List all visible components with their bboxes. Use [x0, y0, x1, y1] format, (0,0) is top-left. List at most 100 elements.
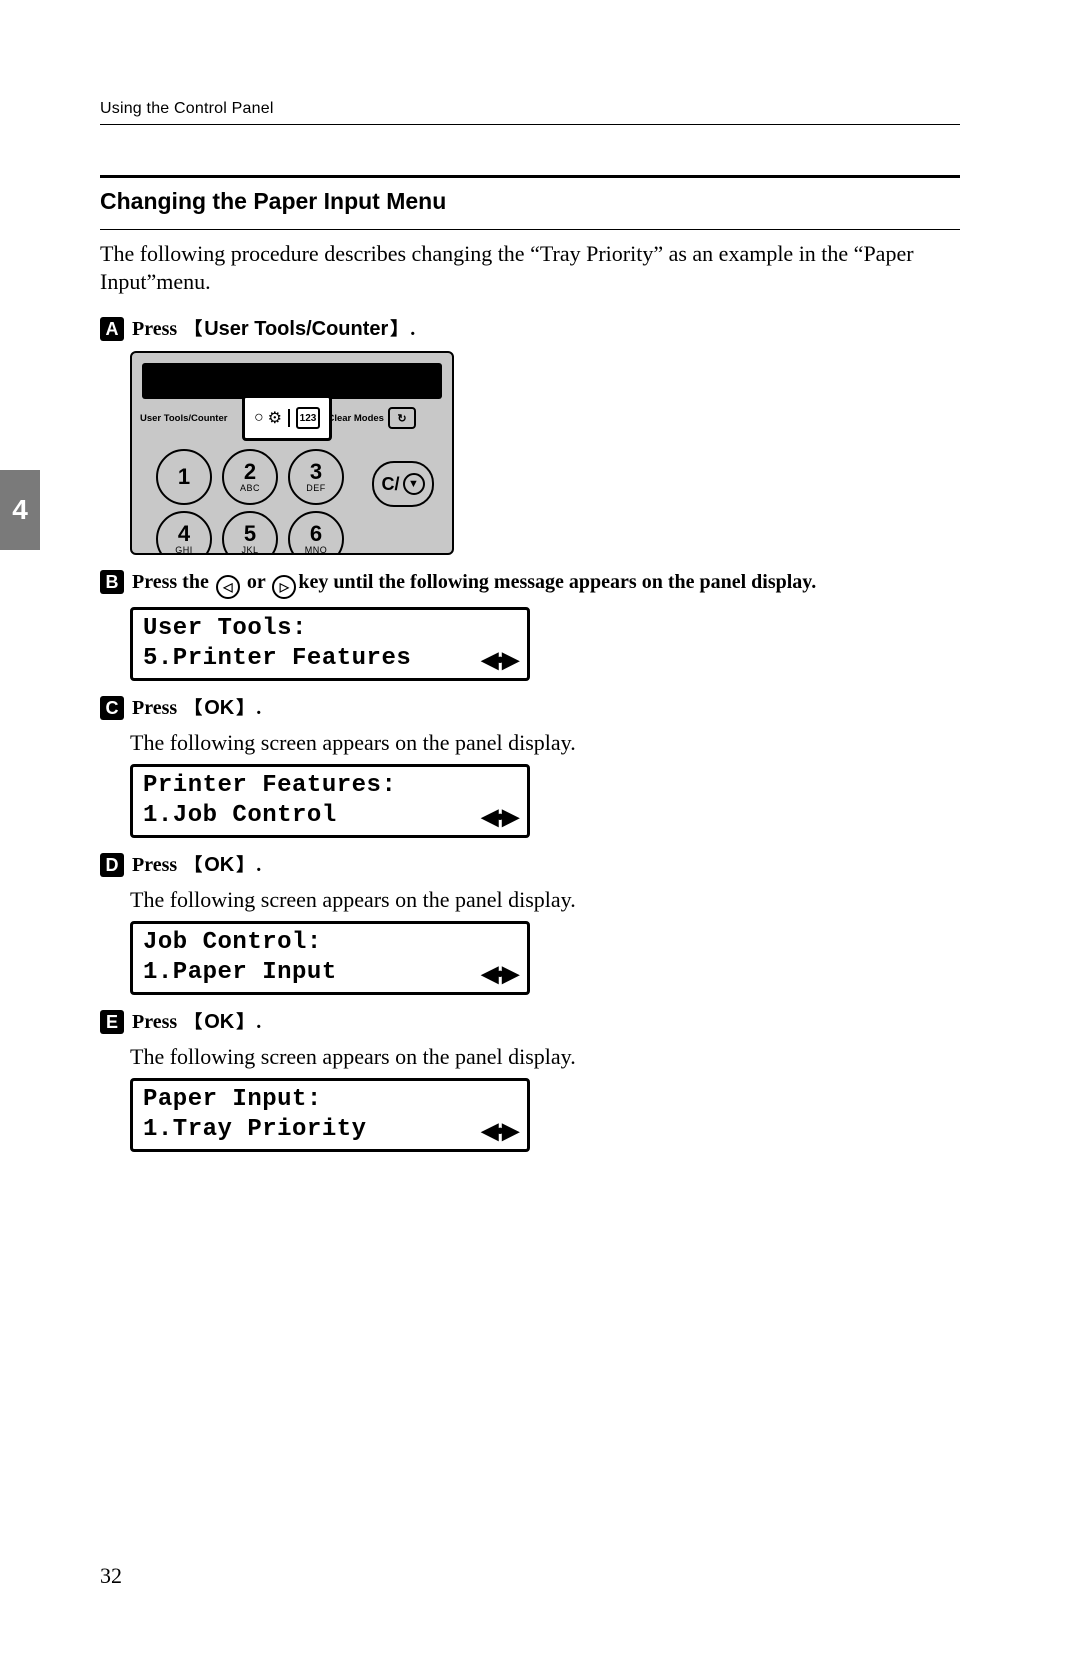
step-4: D Press 【OK】.: [100, 852, 960, 879]
key-1-num: 1: [178, 466, 190, 488]
step-badge-5: E: [100, 1010, 124, 1034]
lcd3-line1: Job Control:: [143, 928, 517, 958]
step-5-pre: Press: [132, 1011, 182, 1033]
step-1-pre: Press: [132, 318, 182, 340]
step-badge-3: C: [100, 696, 124, 720]
step-2-post: key until the following message appears …: [298, 571, 816, 593]
label-clear-modes: Clear Modes: [327, 413, 384, 424]
ok-button-label: OK: [204, 1011, 234, 1033]
step-1-text: Press 【User Tools/Counter】.: [132, 316, 960, 343]
numeric-keypad: 1 2 ABC 3 DEF 4 GHI 5 JKL: [156, 449, 340, 555]
key-5-num: 5: [244, 523, 256, 545]
key-3[interactable]: 3 DEF: [288, 449, 344, 505]
key-6-sub: MNO: [305, 546, 328, 555]
step-5-text: Press 【OK】.: [132, 1009, 960, 1036]
lcd3-line2: 1.Paper Input: [143, 958, 337, 988]
bracket-open-icon: 【: [182, 855, 204, 875]
lcd-screen-paper-input: Paper Input: 1.Tray Priority ◀•▶: [130, 1078, 530, 1152]
clear-key-label: C/: [382, 474, 400, 495]
key-3-sub: DEF: [306, 484, 326, 493]
bracket-open-icon: 【: [182, 698, 204, 718]
key-5[interactable]: 5 JKL: [222, 511, 278, 555]
key-3-num: 3: [310, 461, 322, 483]
step-badge-4: D: [100, 853, 124, 877]
counter-icon: 123: [296, 407, 320, 429]
clear-stop-button[interactable]: C/▼: [372, 461, 434, 507]
step-3-pre: Press: [132, 697, 182, 719]
lcd4-line2: 1.Tray Priority: [143, 1115, 367, 1145]
header-rule: [100, 124, 960, 125]
return-arrow-icon: ↻: [397, 412, 406, 425]
dot-icon: ○: [254, 409, 264, 427]
step-5: E Press 【OK】.: [100, 1009, 960, 1036]
section-rule-top: [100, 175, 960, 178]
key-6-num: 6: [310, 523, 322, 545]
step-2-mid: or: [242, 571, 271, 593]
lcd-screen-user-tools: User Tools: 5.Printer Features ◀•▶: [130, 607, 530, 681]
label-user-tools-counter: User Tools/Counter: [140, 413, 227, 424]
lcd-screen-printer-features: Printer Features: 1.Job Control ◀•▶: [130, 764, 530, 838]
user-tools-counter-button-label: User Tools/Counter: [204, 318, 388, 340]
step-badge-2: B: [100, 570, 124, 594]
panel-display-area: [142, 363, 442, 399]
gear-icon: ⚙: [268, 408, 282, 428]
lcd2-line2: 1.Job Control: [143, 801, 337, 831]
step-badge-1: A: [100, 317, 124, 341]
lcd1-line1: User Tools:: [143, 614, 517, 644]
chapter-tab: 4: [0, 470, 40, 550]
key-4-sub: GHI: [175, 546, 193, 555]
step-4-result: The following screen appears on the pane…: [130, 887, 960, 913]
nav-arrows-icon: ◀•▶: [481, 960, 517, 988]
step-5-period: .: [256, 1011, 261, 1033]
lcd4-line1: Paper Input:: [143, 1085, 517, 1115]
key-1[interactable]: 1: [156, 449, 212, 505]
step-2: B Press the ◁ or ▷key until the followin…: [100, 569, 960, 599]
lcd2-line1: Printer Features:: [143, 771, 517, 801]
nav-arrows-icon: ◀•▶: [481, 803, 517, 831]
step-3-period: .: [256, 697, 261, 719]
key-2-sub: ABC: [240, 484, 260, 493]
bracket-close-icon: 】: [234, 698, 256, 718]
step-4-period: .: [256, 854, 261, 876]
nav-arrows-icon: ◀•▶: [481, 646, 517, 674]
section-title: Changing the Paper Input Menu: [100, 188, 960, 215]
step-1-period: .: [410, 318, 415, 340]
step-4-text: Press 【OK】.: [132, 852, 960, 879]
lcd1-line2: 5.Printer Features: [143, 644, 411, 674]
clear-modes-button[interactable]: ↻: [388, 407, 416, 429]
page-number: 32: [100, 1563, 122, 1589]
running-head: Using the Control Panel: [100, 100, 960, 118]
key-5-sub: JKL: [241, 546, 258, 555]
section-rule-under-title: [100, 229, 960, 230]
nav-arrows-icon: ◀•▶: [481, 1117, 517, 1145]
page: 4 Using the Control Panel Changing the P…: [0, 0, 1080, 1669]
intro-text: The following procedure describes changi…: [100, 240, 960, 296]
step-2-text: Press the ◁ or ▷key until the following …: [132, 569, 960, 599]
control-panel-illustration: User Tools/Counter Clear Modes ↻ ○ ⚙ 123…: [130, 351, 454, 555]
ok-button-label: OK: [204, 854, 234, 876]
step-4-pre: Press: [132, 854, 182, 876]
key-4-num: 4: [178, 523, 190, 545]
bracket-close-icon: 】: [234, 1012, 256, 1032]
right-arrow-key-icon: ▷: [272, 575, 296, 599]
key-4[interactable]: 4 GHI: [156, 511, 212, 555]
content-area: Using the Control Panel Changing the Pap…: [100, 100, 960, 1569]
bracket-close-icon: 】: [388, 319, 410, 339]
user-tools-counter-button[interactable]: ○ ⚙ 123: [242, 395, 332, 441]
step-3-text: Press 【OK】.: [132, 695, 960, 722]
step-1: A Press 【User Tools/Counter】.: [100, 316, 960, 343]
stop-icon: ▼: [403, 473, 425, 495]
ok-button-label: OK: [204, 697, 234, 719]
key-2[interactable]: 2 ABC: [222, 449, 278, 505]
separator-icon: [288, 409, 290, 427]
bracket-open-icon: 【: [182, 1012, 204, 1032]
step-3: C Press 【OK】.: [100, 695, 960, 722]
step-3-result: The following screen appears on the pane…: [130, 730, 960, 756]
bracket-close-icon: 】: [234, 855, 256, 875]
bracket-open-icon: 【: [182, 319, 204, 339]
step-5-result: The following screen appears on the pane…: [130, 1044, 960, 1070]
left-arrow-key-icon: ◁: [216, 575, 240, 599]
key-2-num: 2: [244, 461, 256, 483]
lcd-screen-job-control: Job Control: 1.Paper Input ◀•▶: [130, 921, 530, 995]
key-6[interactable]: 6 MNO: [288, 511, 344, 555]
